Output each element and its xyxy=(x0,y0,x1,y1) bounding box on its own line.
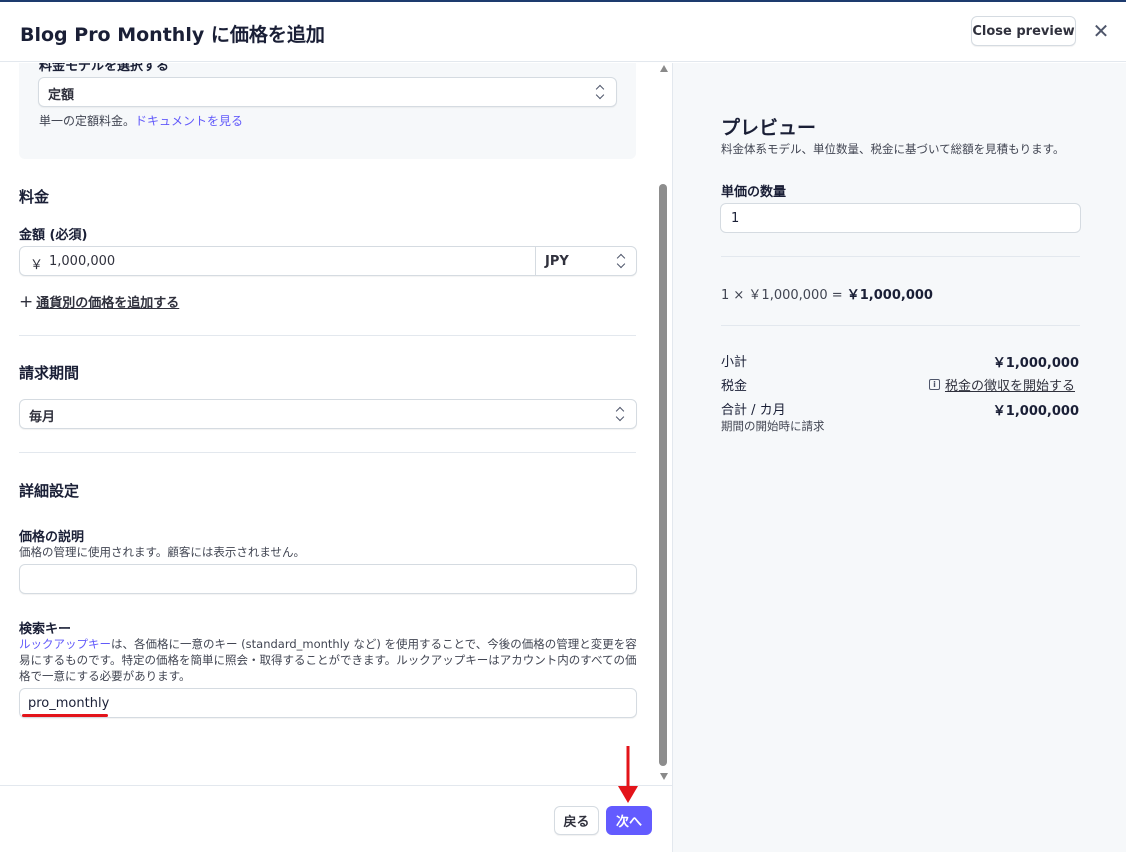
price-calculation: 1 × ￥1,000,000 = ￥1,000,000 xyxy=(721,284,933,303)
price-section-title: 料金 xyxy=(19,188,50,206)
chevron-up-down-icon xyxy=(616,406,626,422)
currency-select[interactable]: JPY xyxy=(545,254,569,269)
billing-section-title: 請求期間 xyxy=(19,364,80,382)
price-description-label: 価格の説明 xyxy=(19,530,85,545)
lookup-key-link[interactable]: ルックアップキー xyxy=(19,637,111,651)
billing-period-value: 毎月 xyxy=(29,410,56,425)
calculation-expression: 1 × ￥1,000,000 = xyxy=(721,288,843,303)
amount-input[interactable] xyxy=(49,249,529,273)
add-currency-price-button[interactable]: + 通貨別の価格を追加する xyxy=(19,292,179,311)
divider xyxy=(721,256,1080,257)
start-tax-collection-label: 税金の徴収を開始する xyxy=(944,379,1075,394)
preview-subtitle: 料金体系モデル、単位数量、税金に基づいて総額を見積もります。 xyxy=(721,142,1065,156)
subtotal-value: ￥1,000,000 xyxy=(992,356,1079,371)
form-scrollbar[interactable] xyxy=(656,63,672,785)
start-tax-collection-link[interactable]: i 税金の徴収を開始する xyxy=(928,375,1075,394)
chevron-up-down-icon xyxy=(596,84,606,100)
lookup-key-label: 検索キー xyxy=(19,622,72,637)
close-icon[interactable]: ✕ xyxy=(1090,19,1112,43)
divider xyxy=(19,452,636,453)
header: Blog Pro Monthly に価格を追加 Close preview ✕ xyxy=(0,2,1126,62)
billing-period-select[interactable]: 毎月 xyxy=(19,399,637,429)
preview-pane: プレビュー 料金体系モデル、単位数量、税金に基づいて総額を見積もります。 単価の… xyxy=(672,63,1126,852)
preview-title: プレビュー xyxy=(721,117,817,139)
plus-icon: + xyxy=(19,291,34,312)
divider xyxy=(721,325,1080,326)
price-description-input[interactable] xyxy=(19,564,637,594)
currency-symbol: ￥ xyxy=(30,258,44,273)
scroll-thumb[interactable] xyxy=(659,184,667,766)
amount-label: 金額 (必須) xyxy=(19,228,88,243)
form-footer: 戻る 次へ xyxy=(0,785,672,852)
pricing-model-box: 料金モデルを選択する 定額 単一の定額料金。ドキュメントを見る xyxy=(19,63,636,159)
scroll-up-arrow-icon[interactable] xyxy=(660,65,668,72)
currency-separator xyxy=(535,247,536,275)
lookup-key-help: ルックアップキーは、各価格に一意のキー (standard_monthly など… xyxy=(19,636,637,684)
price-description-help: 価格の管理に使用されます。顧客には表示されません。 xyxy=(19,545,306,559)
tax-label: 税金 xyxy=(721,379,748,394)
unit-quantity-label: 単価の数量 xyxy=(721,185,787,200)
next-button[interactable]: 次へ xyxy=(606,806,652,835)
add-currency-label: 通貨別の価格を追加する xyxy=(36,296,180,311)
chevron-up-down-icon xyxy=(617,253,627,269)
calculation-total: ￥1,000,000 xyxy=(846,288,933,303)
amount-field[interactable]: ￥ JPY xyxy=(19,246,637,276)
lookup-key-input[interactable] xyxy=(19,688,637,718)
page-title: Blog Pro Monthly に価格を追加 xyxy=(20,24,325,46)
pricing-model-value: 定額 xyxy=(48,88,75,103)
back-button[interactable]: 戻る xyxy=(554,806,599,835)
advanced-section-title: 詳細設定 xyxy=(19,482,80,500)
close-preview-button[interactable]: Close preview xyxy=(971,16,1076,46)
total-value: ￥1,000,000 xyxy=(992,404,1079,419)
pricing-model-label: 料金モデルを選択する xyxy=(39,63,170,74)
form-pane[interactable]: 料金モデルを選択する 定額 単一の定額料金。ドキュメントを見る 料金 金額 (必… xyxy=(0,63,656,785)
pricing-model-description: 単一の定額料金。ドキュメントを見る xyxy=(39,112,243,129)
scroll-down-arrow-icon[interactable] xyxy=(660,773,668,780)
lookup-key-help-text: は、各価格に一意のキー (standard_monthly など) を使用するこ… xyxy=(19,637,637,683)
billing-note: 期間の開始時に請求 xyxy=(721,419,825,433)
annotation-arrow-icon xyxy=(618,746,638,803)
info-icon: i xyxy=(928,379,940,390)
annotation-underline xyxy=(22,714,108,717)
documentation-link[interactable]: ドキュメントを見る xyxy=(135,114,243,128)
divider xyxy=(19,335,636,336)
pricing-model-select[interactable]: 定額 xyxy=(38,77,617,107)
pricing-model-description-text: 単一の定額料金。 xyxy=(39,114,136,128)
subtotal-label: 小計 xyxy=(721,355,748,370)
unit-quantity-input[interactable] xyxy=(720,203,1081,233)
total-label: 合計 / カ月 xyxy=(721,403,786,418)
